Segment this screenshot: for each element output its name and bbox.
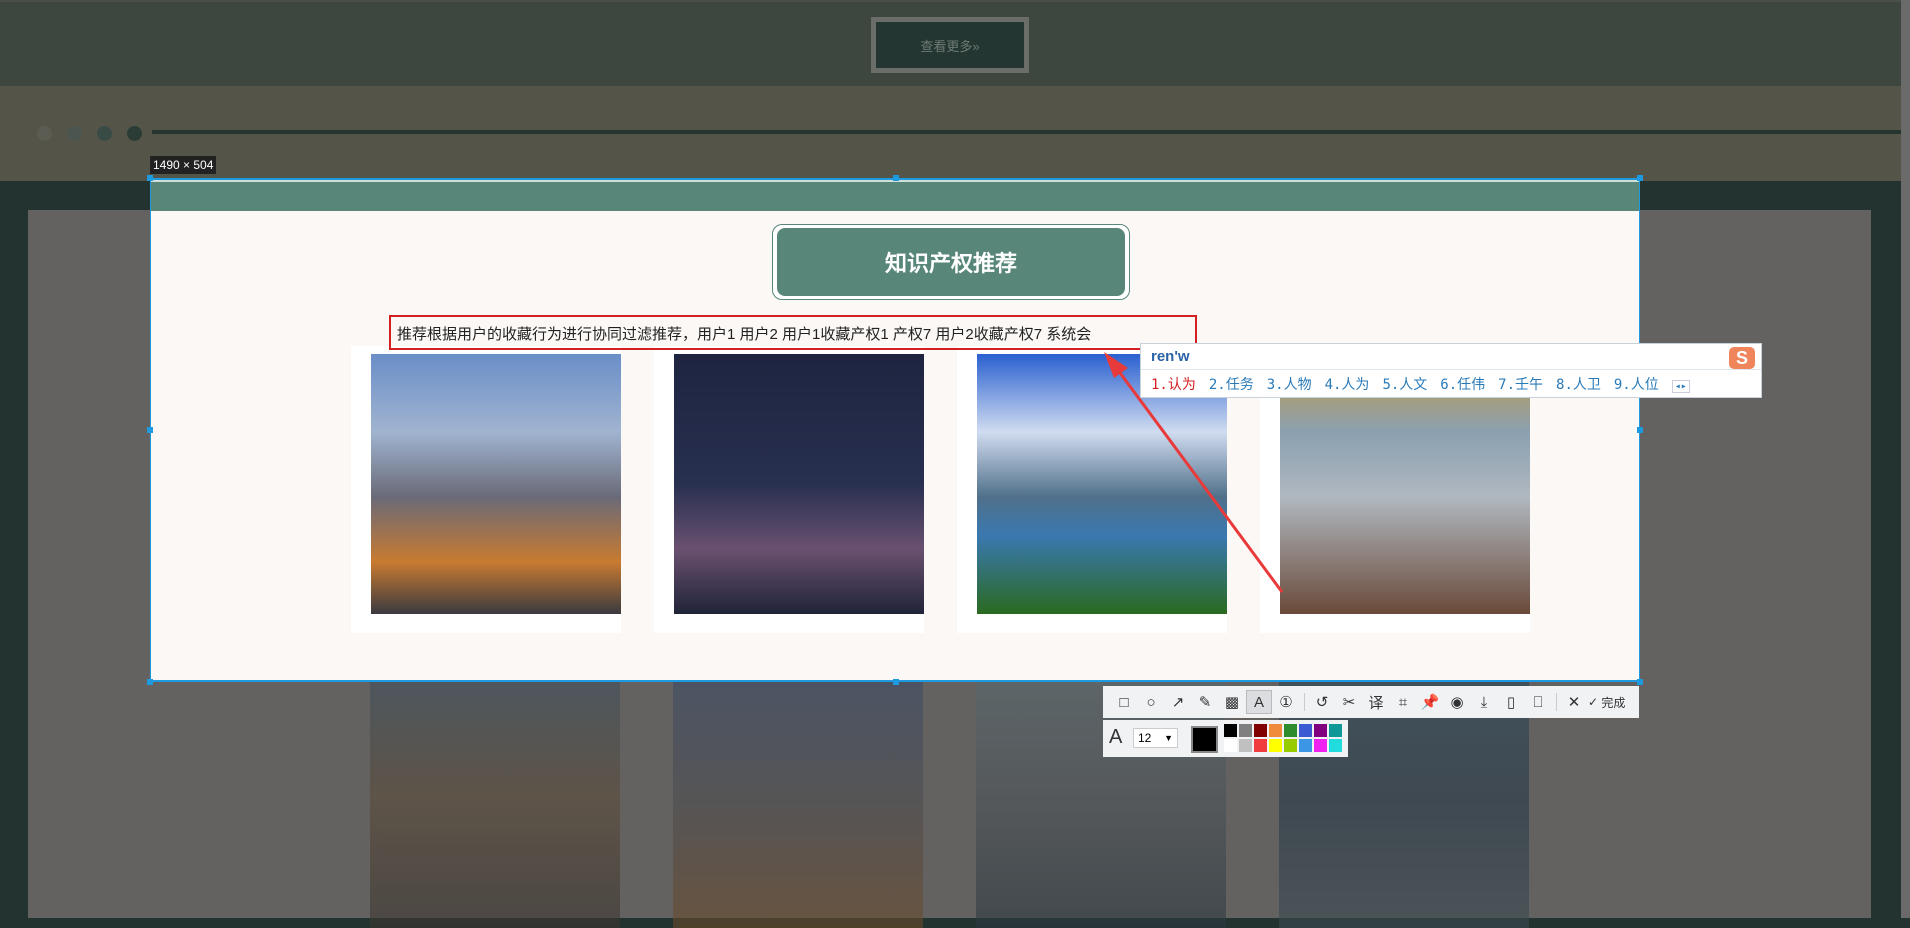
color-swatch[interactable] (1329, 724, 1342, 737)
mosaic-icon[interactable]: ▩ (1219, 690, 1245, 714)
ime-candidate[interactable]: 8.人卫 (1556, 377, 1601, 393)
current-color[interactable] (1191, 726, 1218, 753)
ime-candidate[interactable]: 1.认为 (1151, 377, 1196, 393)
color-swatch[interactable] (1284, 724, 1297, 737)
screenshot-toolbar: □ ○ ↗ ✎ ▩ A ① ↺ ✂ 译 ⌗ 📌 ◉ ⤓ ▯ ⎕ ✕ ✓ 完成 (1103, 686, 1639, 718)
pin-icon[interactable]: 📌 (1417, 690, 1443, 714)
arrow-icon[interactable]: ↗ (1165, 690, 1191, 714)
save-icon[interactable]: ⤓ (1471, 690, 1497, 714)
ocr-icon[interactable]: ⌗ (1390, 690, 1416, 714)
done-button[interactable]: ✓ 完成 (1588, 690, 1625, 714)
color-swatch[interactable] (1299, 724, 1312, 737)
translate-icon[interactable]: 译 (1363, 690, 1389, 714)
text-icon[interactable]: A (1246, 690, 1272, 714)
color-swatch[interactable] (1224, 724, 1237, 737)
done-label: 完成 (1601, 695, 1626, 710)
ime-candidate[interactable]: 4.人为 (1325, 377, 1370, 393)
color-swatch[interactable] (1239, 739, 1252, 752)
undo-icon[interactable]: ↺ (1309, 690, 1335, 714)
font-icon: A (1109, 726, 1123, 748)
ime-composition: ren'w (1151, 348, 1190, 365)
pencil-icon[interactable]: ✎ (1192, 690, 1218, 714)
color-swatch[interactable] (1269, 739, 1282, 752)
color-swatch[interactable] (1314, 724, 1327, 737)
ime-candidate[interactable]: 5.人文 (1382, 377, 1427, 393)
font-size-select[interactable]: 12 ▼ (1133, 728, 1178, 748)
color-swatch[interactable] (1284, 739, 1297, 752)
color-swatch[interactable] (1239, 724, 1252, 737)
ime-candidate[interactable]: 2.任务 (1209, 377, 1254, 393)
rectangle-icon[interactable]: □ (1111, 690, 1137, 714)
color-swatch[interactable] (1254, 724, 1267, 737)
bookmark-icon[interactable]: ⎕ (1525, 690, 1551, 714)
cut-icon[interactable]: ✂ (1336, 690, 1362, 714)
ime-candidate[interactable]: 3.人物 (1267, 377, 1312, 393)
ime-candidate[interactable]: 7.壬午 (1498, 377, 1543, 393)
color-swatch[interactable] (1224, 739, 1237, 752)
ellipse-icon[interactable]: ○ (1138, 690, 1164, 714)
color-swatch[interactable] (1299, 739, 1312, 752)
text-style-panel: A 12 ▼ (1103, 720, 1348, 757)
ime-candidate[interactable]: 9.人位 (1614, 377, 1659, 393)
ime-page-arrows[interactable]: ◂▸ (1671, 380, 1690, 393)
phone-icon[interactable]: ▯ (1498, 690, 1524, 714)
number-icon[interactable]: ① (1273, 690, 1299, 714)
check-icon: ✓ (1588, 695, 1602, 709)
record-icon[interactable]: ◉ (1444, 690, 1470, 714)
sogou-logo-icon: S (1729, 347, 1755, 369)
ime-candidate[interactable]: 6.任伟 (1440, 377, 1485, 393)
close-icon[interactable]: ✕ (1561, 690, 1587, 714)
color-swatch[interactable] (1329, 739, 1342, 752)
color-swatch[interactable] (1269, 724, 1282, 737)
ime-candidate-window: ren'w 1.认为 2.任务 3.人物 4.人为 5.人文 6.任伟 7.壬午 8.人卫 9.… (1140, 343, 1762, 398)
color-swatch[interactable] (1254, 739, 1267, 752)
annotation-arrow (1104, 352, 1284, 593)
color-swatch[interactable] (1314, 739, 1327, 752)
